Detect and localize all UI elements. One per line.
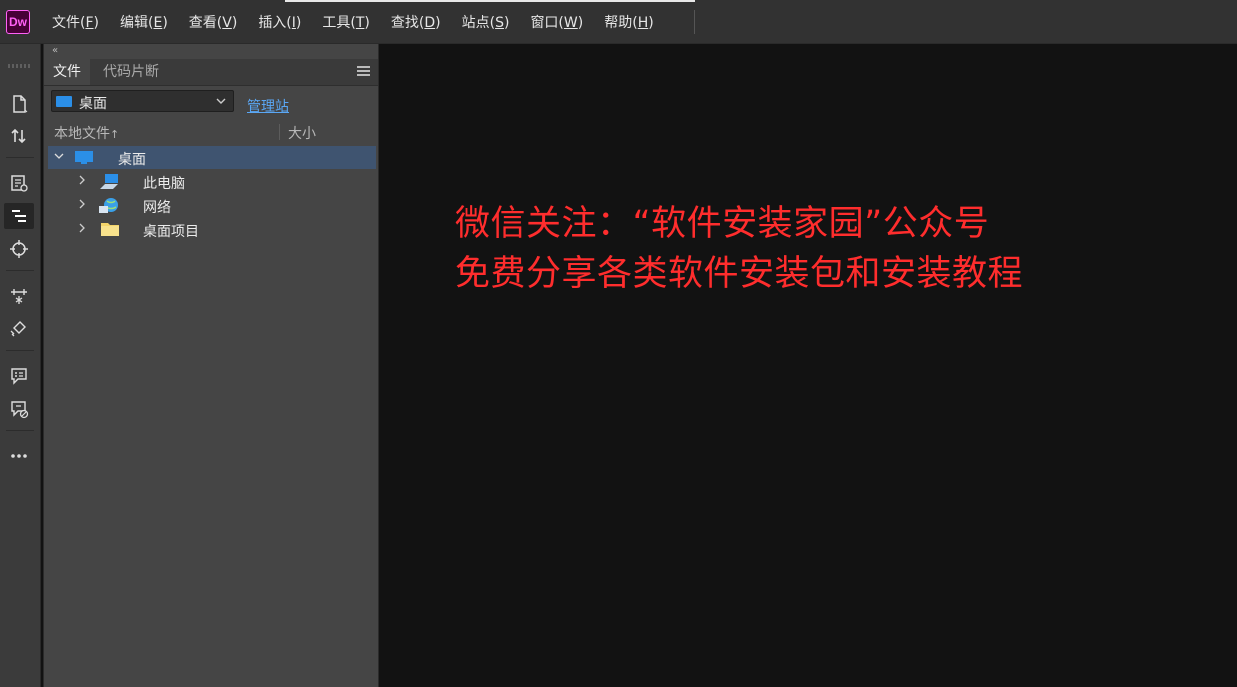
menu-find[interactable]: 查找(D) (391, 12, 441, 32)
tree-item-this-pc[interactable]: 此电脑 (48, 170, 376, 193)
comment-remove-icon[interactable] (4, 396, 34, 422)
tool-divider (6, 270, 34, 271)
folder-icon (101, 223, 119, 236)
main-menu: 文件(F) 编辑(E) 查看(V) 插入(I) 工具(T) 查找(D) 站点(S… (52, 0, 675, 44)
menu-edit[interactable]: 编辑(E) (120, 12, 168, 32)
tool-divider (6, 430, 34, 431)
menu-view[interactable]: 查看(V) (189, 12, 238, 32)
column-size[interactable]: 大小 (288, 123, 316, 143)
column-local-files[interactable]: 本地文件↑ (54, 123, 119, 143)
menu-tools[interactable]: 工具(T) (322, 12, 370, 32)
more-icon[interactable] (4, 443, 34, 469)
brush-code-icon[interactable] (4, 316, 34, 342)
new-document-icon[interactable] (4, 91, 34, 117)
toolbar-grip[interactable] (8, 64, 30, 68)
column-divider[interactable] (279, 124, 280, 140)
tree-item-label: 桌面项目 (143, 224, 199, 240)
collapse-panel-icon[interactable]: « (52, 45, 58, 56)
chevron-down-icon[interactable] (53, 150, 65, 162)
panel-tabs: 文件 代码片断 (44, 59, 378, 86)
tool-divider (6, 157, 34, 158)
column-header: 本地文件↑ 大小 (44, 120, 378, 144)
target-icon[interactable] (4, 236, 34, 262)
dom-tool-icon[interactable] (4, 283, 34, 309)
chevron-right-icon[interactable] (76, 174, 88, 186)
tree-item-label: 此电脑 (143, 176, 185, 192)
chevron-right-icon[interactable] (76, 222, 88, 234)
panel-menu-icon[interactable] (357, 66, 370, 76)
live-view-icon[interactable] (4, 170, 34, 196)
code-align-icon[interactable] (4, 203, 34, 229)
desktop-icon (56, 96, 72, 107)
manage-sites-link[interactable]: 管理站 (247, 96, 289, 116)
document-area[interactable] (381, 44, 1237, 687)
menu-divider (694, 10, 695, 34)
watermark-line-1: 微信关注：“软件安装家园”公众号 (455, 204, 990, 244)
tree-item-label: 网络 (143, 200, 171, 216)
sort-arrow-icon: ↑ (110, 128, 120, 141)
tree-item-network[interactable]: 网络 (48, 194, 376, 217)
watermark-line-2: 免费分享各类软件安装包和安装教程 (455, 254, 1024, 294)
menu-bar: Dw 文件(F) 编辑(E) 查看(V) 插入(I) 工具(T) 查找(D) 站… (0, 0, 1237, 44)
app-logo[interactable]: Dw (6, 10, 30, 34)
tab-files[interactable]: 文件 (44, 59, 90, 85)
comment-icon[interactable] (4, 363, 34, 389)
tool-strip (0, 44, 41, 687)
menu-file[interactable]: 文件(F) (52, 12, 99, 32)
watermark-text: 微信关注：“软件安装家园”公众号 免费分享各类软件安装包和安装教程 (455, 199, 1023, 299)
menu-window[interactable]: 窗口(W) (530, 12, 583, 32)
desktop-icon (75, 151, 93, 164)
site-dropdown-value: 桌面 (79, 96, 107, 112)
tab-snippets[interactable]: 代码片断 (94, 59, 168, 85)
chevron-down-icon (216, 98, 226, 104)
menu-help[interactable]: 帮助(H) (604, 12, 653, 32)
network-icon (99, 198, 118, 213)
tree-item-desktop[interactable]: 桌面 (48, 146, 376, 169)
tree-item-label: 桌面 (118, 152, 146, 168)
menu-insert[interactable]: 插入(I) (258, 12, 301, 32)
menu-site[interactable]: 站点(S) (462, 12, 510, 32)
tool-divider (6, 350, 34, 351)
computer-icon (100, 174, 118, 189)
file-transfer-icon[interactable] (4, 123, 34, 149)
tree-item-desktop-projects[interactable]: 桌面项目 (48, 218, 376, 241)
files-panel: « 文件 代码片断 桌面 管理站 本地文件↑ 大小 桌面 此电脑 网络 桌面项目 (43, 44, 379, 687)
site-dropdown[interactable]: 桌面 (51, 90, 234, 112)
chevron-right-icon[interactable] (76, 198, 88, 210)
